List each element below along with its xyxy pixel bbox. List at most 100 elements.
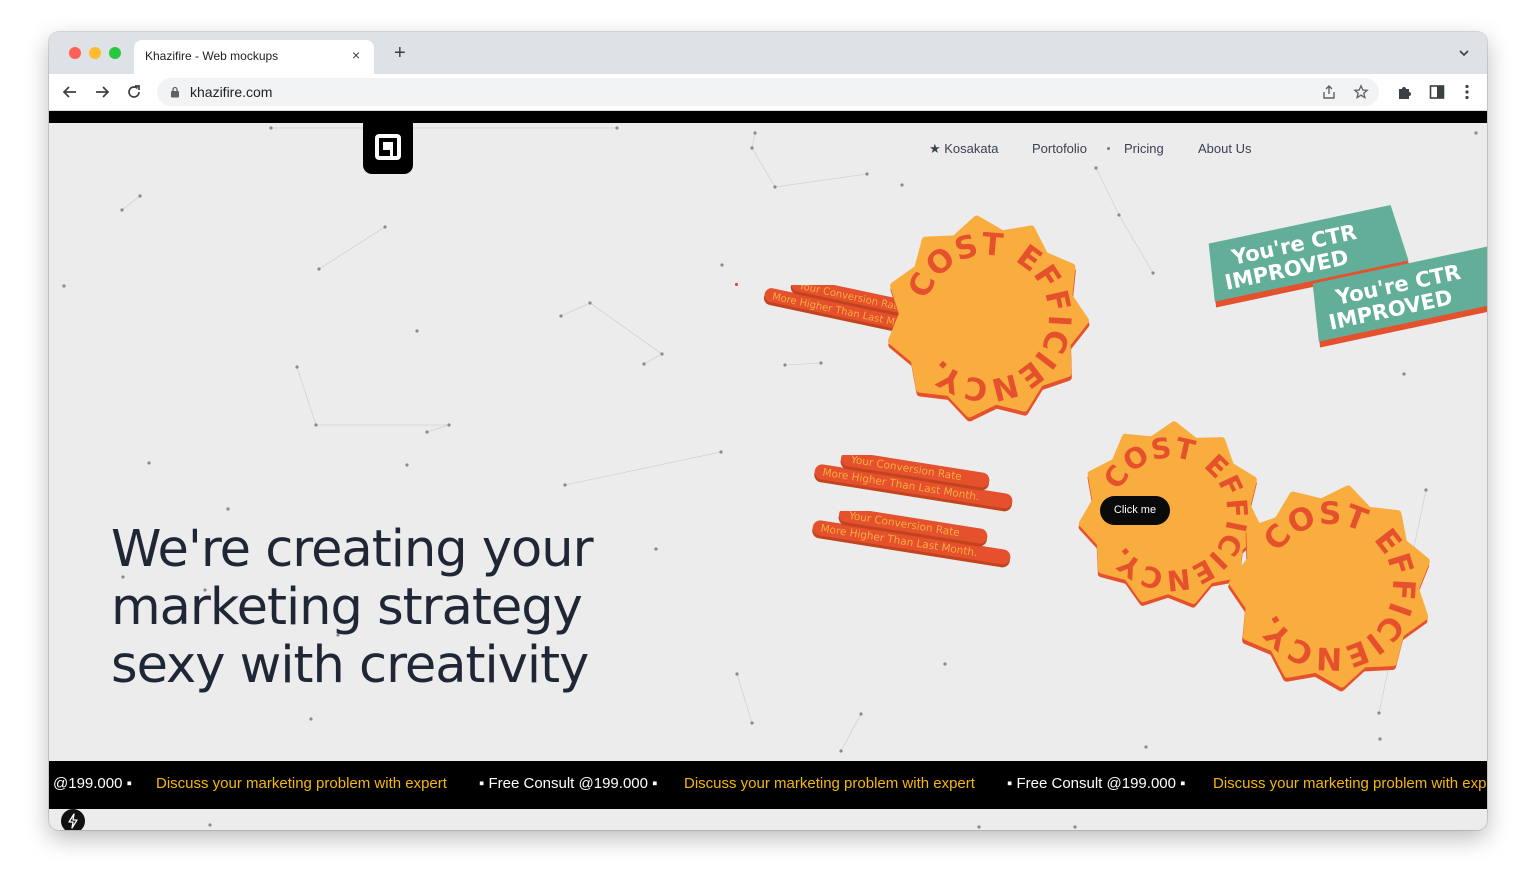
ctr-improved-sticker-2: You're CTR IMPROVED: [1303, 239, 1487, 354]
marquee-item: Discuss your marketing problem with expe…: [684, 775, 975, 792]
nav-link-kosakata[interactable]: ★ Kosakata: [929, 141, 998, 157]
constellation-star: [750, 146, 754, 150]
constellation-star: [62, 284, 66, 288]
constellation-star: [783, 363, 787, 367]
constellation-star: [447, 423, 451, 427]
constellation-line: [751, 147, 776, 188]
back-arrow-icon[interactable]: [60, 82, 80, 102]
constellation-star: [1144, 745, 1148, 749]
constellation-star: [1378, 737, 1382, 741]
cost-efficiency-badge-3: COST EFFICIENCY.: [1221, 476, 1441, 696]
marquee-item: Discuss your marketing problem with expe…: [1213, 775, 1487, 792]
constellation-star: [1377, 711, 1381, 715]
constellation-star: [415, 329, 419, 333]
constellation-line: [318, 226, 386, 270]
tab-title: Khazifire - Web mockups: [145, 49, 279, 63]
more-menu-icon[interactable]: [1457, 82, 1477, 102]
constellation-star: [226, 507, 230, 511]
constellation-star: [654, 547, 658, 551]
constellation-star: [405, 463, 409, 467]
constellation-line: [643, 353, 663, 365]
constellation-star: [317, 267, 321, 271]
browser-window: Khazifire - Web mockups × + khazifire.co…: [49, 32, 1487, 830]
tab-bar: Khazifire - Web mockups × +: [49, 32, 1487, 74]
constellation-star: [314, 423, 318, 427]
active-tab[interactable]: Khazifire - Web mockups ×: [134, 40, 374, 74]
constellation-star: [563, 483, 567, 487]
top-black-band: [49, 111, 1487, 123]
hero-line-1: We're creating your: [111, 520, 594, 579]
constellation-star: [750, 721, 754, 725]
new-tab-button[interactable]: +: [394, 43, 406, 63]
constellation-star: [735, 672, 739, 676]
constellation-star: [1474, 131, 1478, 135]
constellation-star: [138, 194, 142, 198]
reload-icon[interactable]: [124, 82, 144, 102]
constellation-star: [642, 362, 646, 366]
constellation-line: [296, 366, 317, 426]
constellation-star: [719, 450, 723, 454]
nav-link-about-us[interactable]: About Us: [1198, 141, 1251, 156]
constellation-star: [660, 352, 664, 356]
minimize-window-button[interactable]: [89, 47, 101, 59]
constellation-line: [589, 302, 663, 355]
tab-close-icon[interactable]: ×: [352, 47, 360, 63]
address-bar[interactable]: khazifire.com: [157, 78, 1379, 106]
constellation-line: [560, 302, 591, 317]
lightning-bolt-icon[interactable]: [61, 809, 85, 830]
constellation-star: [900, 183, 904, 187]
constellation-line: [751, 132, 756, 149]
browser-toolbar: khazifire.com: [49, 74, 1487, 111]
constellation-star: [559, 314, 563, 318]
constellation-star: [753, 131, 757, 135]
constellation-star: [1073, 825, 1077, 829]
constellation-line: [736, 673, 753, 724]
extensions-puzzle-icon[interactable]: [1395, 82, 1415, 102]
constellation-star: [720, 263, 724, 267]
nav-link-portofolio[interactable]: Portofolio: [1032, 141, 1087, 156]
marquee-item: Discuss your marketing problem with expe…: [156, 775, 447, 792]
constellation-star: [425, 430, 429, 434]
conversion-rate-ribbon-3: Your Conversion Rate More Higher Than La…: [807, 507, 1017, 586]
url-text: khazifire.com: [190, 84, 273, 100]
constellation-star: [120, 208, 124, 212]
constellation-star: [1117, 213, 1121, 217]
red-cursor-dot: [735, 283, 738, 286]
constellation-star: [295, 365, 299, 369]
nav-dot-separator: [1107, 147, 1110, 150]
constellation-star: [208, 823, 212, 827]
constellation-line: [1095, 167, 1120, 216]
constellation-star: [773, 185, 777, 189]
hero-heading: We're creating your marketing strategy s…: [111, 520, 594, 695]
marquee-item: ▪ Free Consult @199.000 ▪: [1007, 775, 1186, 792]
maximize-window-button[interactable]: [109, 47, 121, 59]
bookmark-star-icon[interactable]: [1353, 84, 1369, 100]
constellation-line: [774, 173, 868, 188]
constellation-star: [859, 712, 863, 716]
share-icon[interactable]: [1321, 84, 1337, 100]
lock-icon: [171, 86, 179, 98]
constellation-line: [564, 451, 722, 486]
constellation-star: [615, 126, 619, 130]
logo-mark-icon: [375, 134, 401, 160]
constellation-star: [865, 172, 869, 176]
tab-search-chevron-icon[interactable]: [1457, 46, 1471, 60]
cost-efficiency-badge-1: COST EFFICIENCY.: [877, 207, 1097, 427]
constellation-line: [121, 195, 141, 211]
hero-line-3: sexy with creativity: [111, 636, 589, 695]
constellation-star: [1151, 271, 1155, 275]
marquee-banner: @199.000 ▪ Discuss your marketing proble…: [49, 761, 1487, 809]
constellation-star: [383, 225, 387, 229]
site-logo[interactable]: [363, 121, 413, 174]
forward-arrow-icon[interactable]: [92, 82, 112, 102]
constellation-star: [943, 662, 947, 666]
close-window-button[interactable]: [69, 47, 81, 59]
click-me-button[interactable]: Click me: [1100, 496, 1170, 525]
constellation-line: [840, 713, 862, 752]
constellation-star: [147, 461, 151, 465]
constellation-line: [784, 362, 822, 366]
constellation-line: [1118, 214, 1154, 274]
nav-link-pricing[interactable]: Pricing: [1124, 141, 1164, 156]
constellation-star: [269, 126, 273, 130]
side-panel-icon[interactable]: [1427, 82, 1447, 102]
